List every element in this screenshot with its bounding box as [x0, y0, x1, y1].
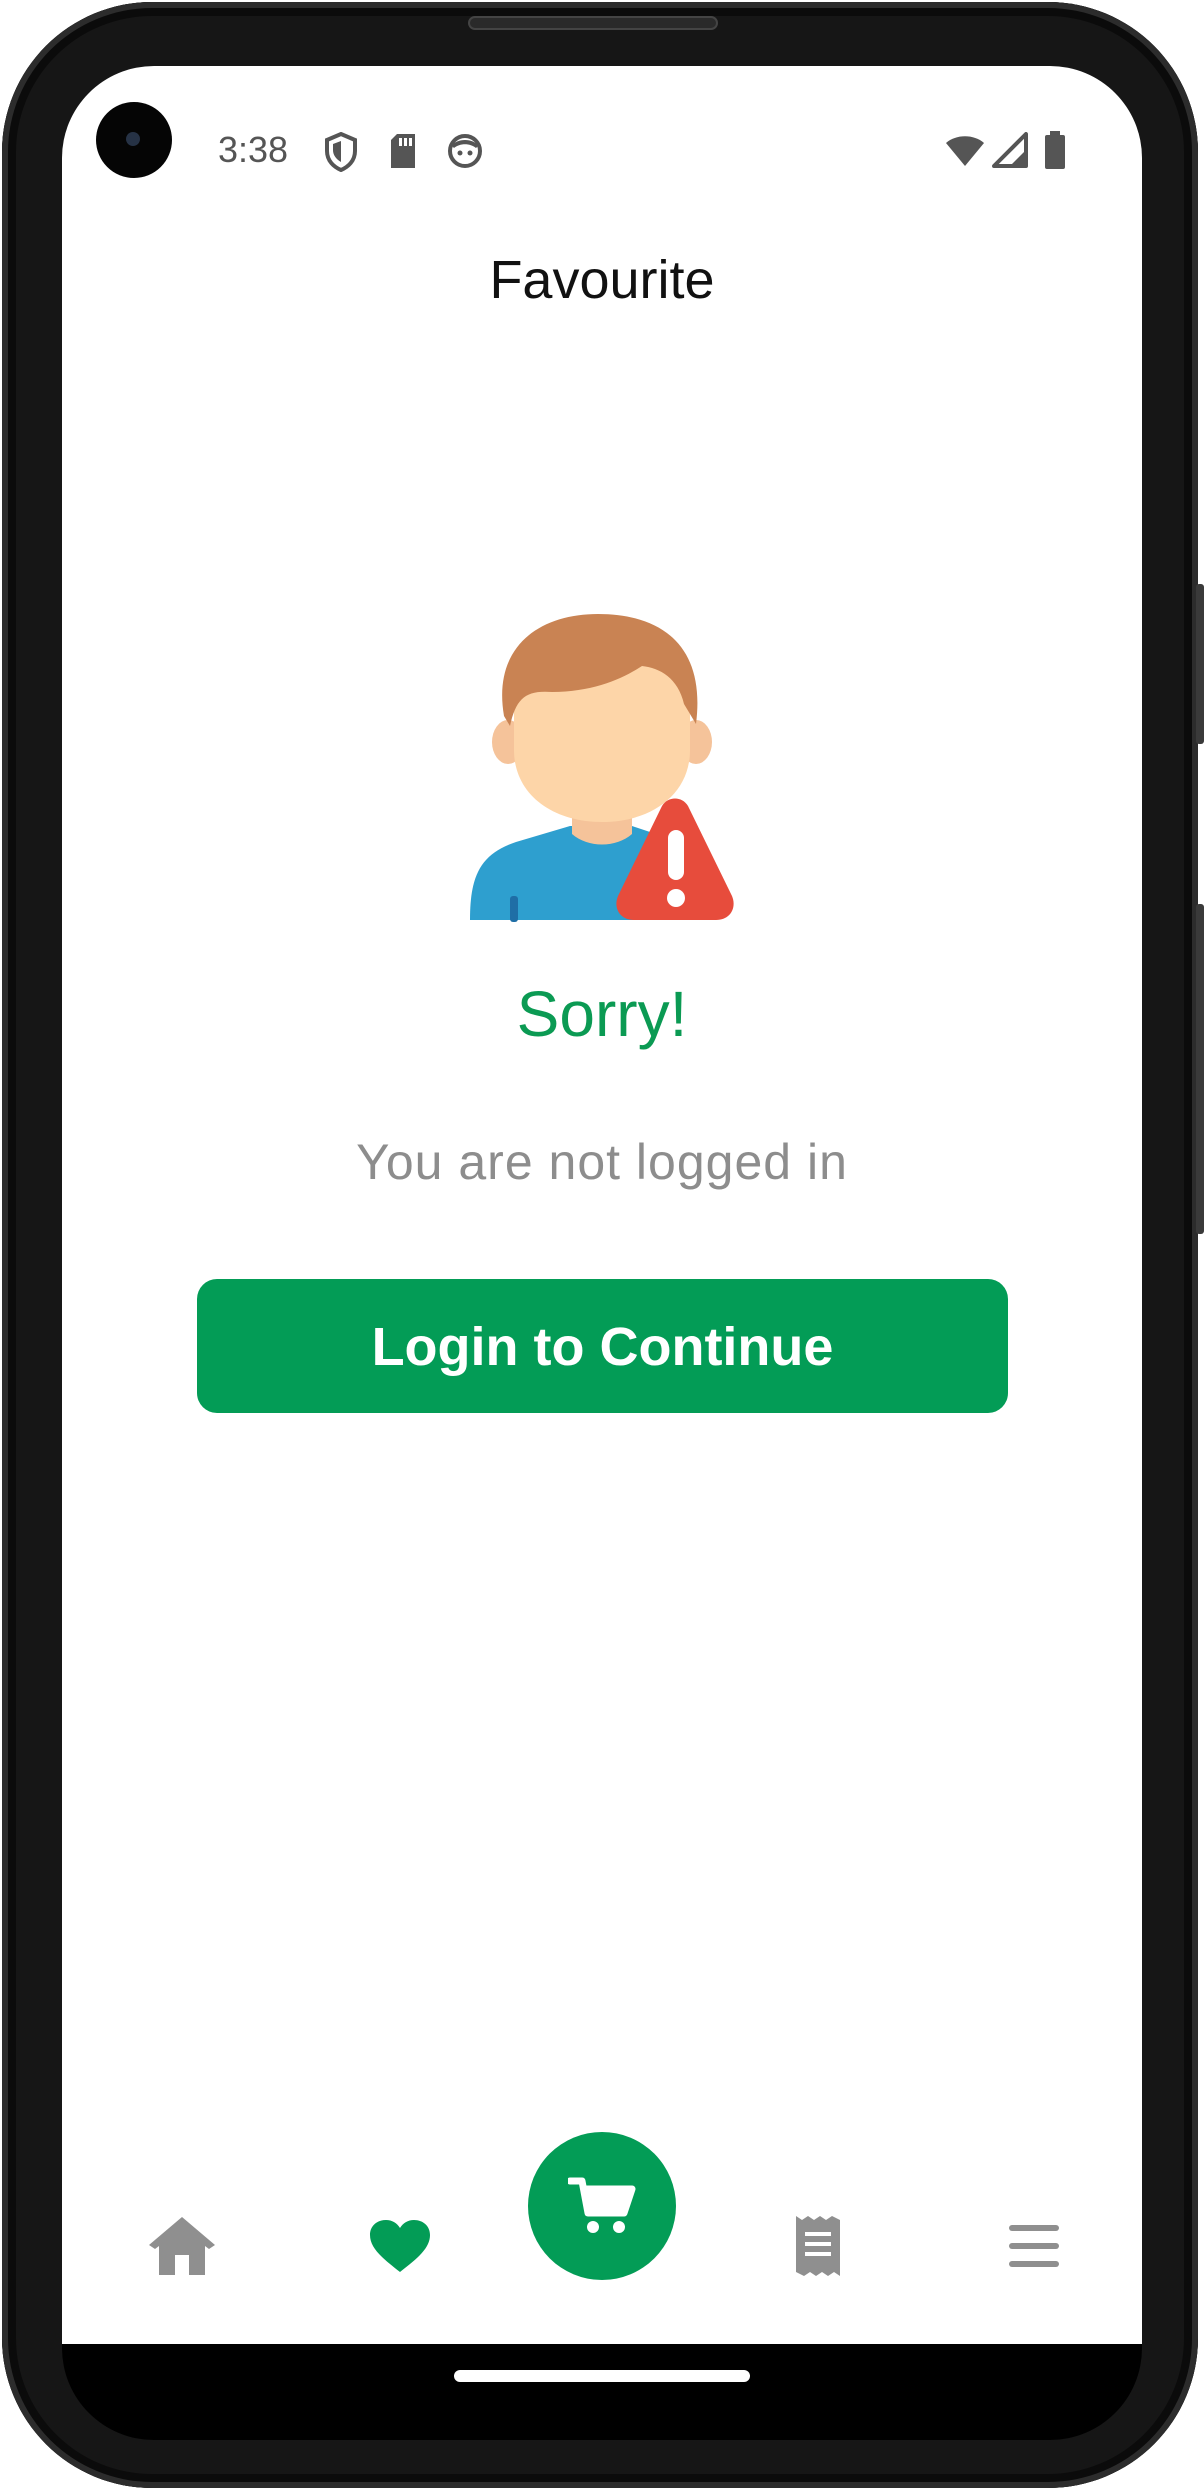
screen-bottom-bar: [62, 2344, 1142, 2440]
phone-frame: 3:38 Favourite Sorry! You are not logged…: [0, 0, 1204, 2491]
menu-icon: [1009, 2225, 1059, 2267]
sorry-title: Sorry!: [516, 978, 688, 1050]
page-title: Favourite: [489, 250, 715, 310]
heart-icon: [370, 2220, 430, 2272]
nav-cart[interactable]: [528, 2132, 676, 2280]
shield-icon: [325, 132, 357, 172]
signal-icon: [992, 132, 1028, 168]
battery-icon: [1045, 131, 1065, 169]
sd-card-icon: [391, 134, 415, 168]
user-warning-illustration: [470, 614, 734, 922]
home-icon: [149, 2217, 215, 2275]
nav-favourite[interactable]: [350, 2202, 450, 2290]
nav-orders[interactable]: [768, 2200, 868, 2292]
nav-menu[interactable]: [984, 2202, 1084, 2290]
login-to-continue-button[interactable]: Login to Continue: [197, 1279, 1008, 1413]
volume-button: [1196, 584, 1204, 744]
wifi-icon: [946, 136, 984, 166]
home-indicator[interactable]: [454, 2370, 750, 2382]
receipt-icon: [796, 2216, 840, 2276]
app-screen: 3:38 Favourite Sorry! You are not logged…: [62, 66, 1142, 2344]
not-logged-in-message: You are not logged in: [356, 1134, 848, 1190]
earpiece-speaker: [468, 16, 718, 30]
notification-face-icon: [448, 134, 482, 168]
nav-home[interactable]: [132, 2202, 232, 2290]
status-time: 3:38: [218, 129, 289, 170]
power-button: [1196, 904, 1204, 1234]
front-camera: [96, 102, 172, 178]
cart-icon: [568, 2177, 636, 2233]
